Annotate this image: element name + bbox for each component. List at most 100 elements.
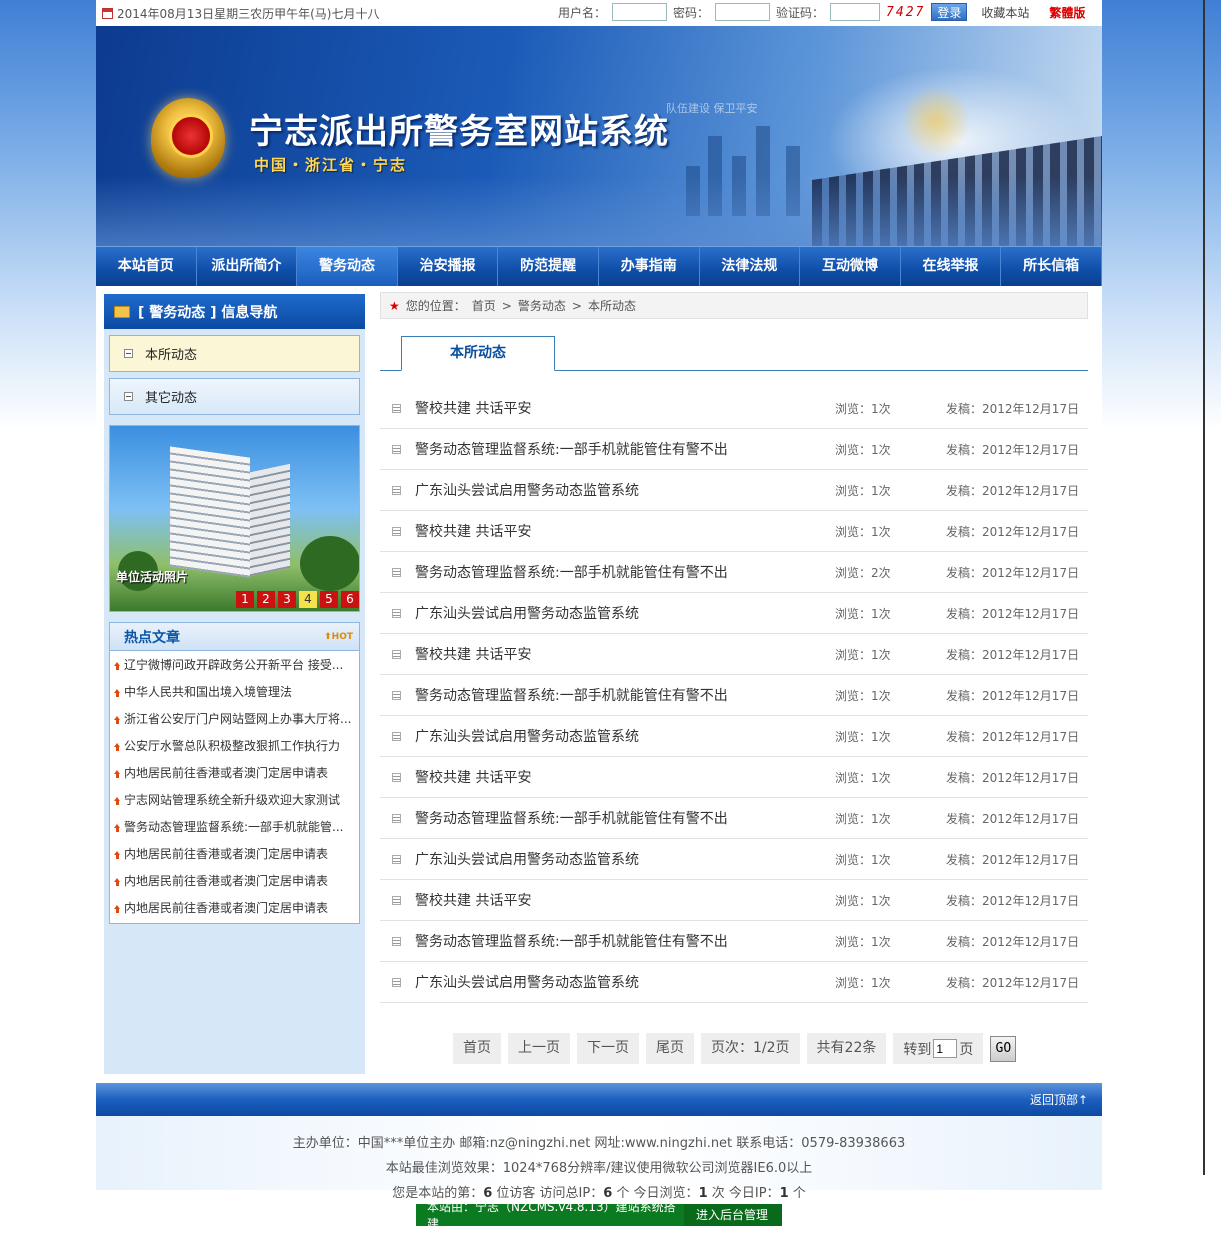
banner-emblem-faded [904, 86, 968, 156]
username-input[interactable] [612, 3, 668, 21]
news-title-link[interactable]: 广东汕头尝试启用警务动态监管系统 [415, 849, 815, 869]
news-title-link[interactable]: 警校共建 共话平安 [415, 521, 815, 541]
favorite-link[interactable]: 收藏本站 [981, 4, 1029, 21]
nav-item[interactable]: 法律法规 [700, 247, 801, 286]
back-to-top-link[interactable]: 返回顶部↑ [1030, 1091, 1088, 1108]
news-title-link[interactable]: 广东汕头尝试启用警务动态监管系统 [415, 603, 815, 623]
breadcrumb-home[interactable]: 首页 [472, 297, 496, 314]
last-page-button[interactable]: 尾页 [646, 1033, 694, 1064]
up-arrow-icon [114, 661, 121, 670]
nav-item[interactable]: 派出所简介 [197, 247, 298, 286]
photo-page-button[interactable]: 6 [341, 591, 359, 608]
breadcrumb-separator: > [501, 298, 512, 313]
hot-article-item[interactable]: 公安厅水警总队积极整改狠抓工作执行力 [114, 733, 355, 760]
sidebar-item-label: 其它动态 [145, 391, 198, 406]
page-jump: 转到 页 [893, 1033, 984, 1064]
sidebar-item-label: 本所动态 [145, 348, 198, 363]
nav-item[interactable]: 在线举报 [901, 247, 1002, 286]
news-title-link[interactable]: 警校共建 共话平安 [415, 398, 815, 418]
nav-item[interactable]: 防范提醒 [498, 247, 599, 286]
site-subtitle: 中国・浙江省・宁志 [254, 156, 408, 174]
login-button[interactable]: 登录 [931, 3, 968, 21]
captcha-code[interactable]: 7427 [886, 5, 925, 20]
password-input[interactable] [715, 3, 771, 21]
captcha-label: 验证码： [776, 5, 825, 20]
collapse-icon [124, 392, 133, 401]
news-date: 发稿：2012年12月17日 [946, 893, 1080, 908]
hot-badge: ⬆HOT [324, 631, 353, 642]
hot-article-item[interactable]: 警务动态管理监督系统:一部手机就能管... [114, 814, 355, 841]
document-icon [392, 854, 401, 864]
news-title-link[interactable]: 警务动态管理监督系统:一部手机就能管住有警不出 [415, 685, 815, 705]
hot-article-item[interactable]: 内地居民前往香港或者澳门定居申请表 [114, 841, 355, 868]
nav-item[interactable]: 本站首页 [96, 247, 197, 286]
hot-article-item[interactable]: 中华人民共和国出境入境管理法 [114, 679, 355, 706]
date-display: 2014年08月13日星期三农历甲午年(马)七月十八 [102, 5, 379, 22]
first-page-button[interactable]: 首页 [453, 1033, 501, 1064]
news-title-link[interactable]: 广东汕头尝试启用警务动态监管系统 [415, 972, 815, 992]
news-title-link[interactable]: 警校共建 共话平安 [415, 890, 815, 910]
nav-item[interactable]: 办事指南 [599, 247, 700, 286]
hot-article-item[interactable]: 内地居民前往香港或者澳门定居申请表 [114, 760, 355, 787]
news-title-link[interactable]: 警务动态管理监督系统:一部手机就能管住有警不出 [415, 808, 815, 828]
up-arrow-icon [114, 742, 121, 751]
news-views: 浏览：1次 [835, 811, 891, 826]
prev-page-button[interactable]: 上一页 [508, 1033, 570, 1064]
news-title-link[interactable]: 警校共建 共话平安 [415, 644, 815, 664]
news-views: 浏览：1次 [835, 483, 891, 498]
hot-article-item[interactable]: 宁志网站管理系统全新升级欢迎大家测试 [114, 787, 355, 814]
hot-articles-header: 热点文章 ⬆HOT [110, 623, 359, 651]
news-title-link[interactable]: 警务动态管理监督系统:一部手机就能管住有警不出 [415, 562, 815, 582]
go-button[interactable]: GO [990, 1035, 1017, 1062]
news-row: 警校共建 共话平安 浏览：1次 发稿：2012年12月17日 [380, 757, 1088, 798]
photo-page-button[interactable]: 5 [320, 591, 338, 608]
breadcrumb-section[interactable]: 警务动态 [518, 297, 566, 314]
news-views: 浏览：1次 [835, 442, 891, 457]
activity-photo-slider[interactable]: 单位活动照片 123456 [109, 425, 360, 612]
news-title-link[interactable]: 警校共建 共话平安 [415, 767, 815, 787]
document-icon [392, 649, 401, 659]
banner-fade [96, 176, 1102, 246]
news-views: 浏览：1次 [835, 852, 891, 867]
sidebar-item-other-news[interactable]: 其它动态 [109, 378, 360, 415]
powered-by-link[interactable]: 本站由：宁志（NZCMS.v4.8.13）建站系统搭建 [416, 1198, 684, 1232]
photo-page-button[interactable]: 2 [257, 591, 275, 608]
news-title-link[interactable]: 广东汕头尝试启用警务动态监管系统 [415, 480, 815, 500]
nav-item[interactable]: 互动微博 [800, 247, 901, 286]
password-label: 密码： [673, 5, 710, 20]
hot-articles-box: 热点文章 ⬆HOT 辽宁微博问政开辟政务公开新平台 接受... 中华人民共和国出境… [109, 622, 360, 924]
captcha-input[interactable] [830, 3, 881, 21]
news-date: 发稿：2012年12月17日 [946, 483, 1080, 498]
hot-article-item[interactable]: 辽宁微博问政开辟政务公开新平台 接受... [114, 652, 355, 679]
window-border [1203, 0, 1205, 1175]
news-title-link[interactable]: 广东汕头尝试启用警务动态监管系统 [415, 726, 815, 746]
news-date: 发稿：2012年12月17日 [946, 934, 1080, 949]
photo-caption: 单位活动照片 [116, 570, 189, 584]
hot-article-item[interactable]: 浙江省公安厅门户网站暨网上办事大厅将... [114, 706, 355, 733]
admin-link[interactable]: 进入后台管理 [684, 1204, 782, 1226]
breadcrumb-current[interactable]: 本所动态 [588, 297, 636, 314]
tab-local-news[interactable]: 本所动态 [401, 336, 555, 371]
news-date: 发稿：2012年12月17日 [946, 975, 1080, 990]
news-title-link[interactable]: 警务动态管理监督系统:一部手机就能管住有警不出 [415, 439, 815, 459]
main-panel: ★ 您的位置： 首页 > 警务动态 > 本所动态 本所动态 警校共建 共话平安浏… [380, 292, 1088, 1064]
document-icon [392, 731, 401, 741]
photo-page-button[interactable]: 4 [299, 591, 317, 608]
news-row: 警校共建 共话平安 浏览：1次 发稿：2012年12月17日 [380, 388, 1088, 429]
photo-page-button[interactable]: 3 [278, 591, 296, 608]
breadcrumb: ★ 您的位置： 首页 > 警务动态 > 本所动态 [380, 292, 1088, 319]
nav-item[interactable]: 警务动态 [297, 247, 398, 286]
hot-article-item[interactable]: 内地居民前往香港或者澳门定居申请表 [114, 868, 355, 895]
hot-article-item[interactable]: 内地居民前往香港或者澳门定居申请表 [114, 895, 355, 922]
hot-articles-title: 热点文章 [124, 629, 180, 646]
traditional-link[interactable]: 繁體版 [1049, 4, 1085, 21]
news-date: 发稿：2012年12月17日 [946, 729, 1080, 744]
police-emblem-icon [151, 98, 225, 178]
photo-page-button[interactable]: 1 [236, 591, 254, 608]
next-page-button[interactable]: 下一页 [577, 1033, 639, 1064]
news-title-link[interactable]: 警务动态管理监督系统:一部手机就能管住有警不出 [415, 931, 815, 951]
sidebar-item-local-news[interactable]: 本所动态 [109, 335, 360, 372]
nav-item[interactable]: 所长信箱 [1001, 247, 1102, 286]
goto-page-input[interactable] [933, 1039, 958, 1058]
nav-item[interactable]: 治安播报 [398, 247, 499, 286]
